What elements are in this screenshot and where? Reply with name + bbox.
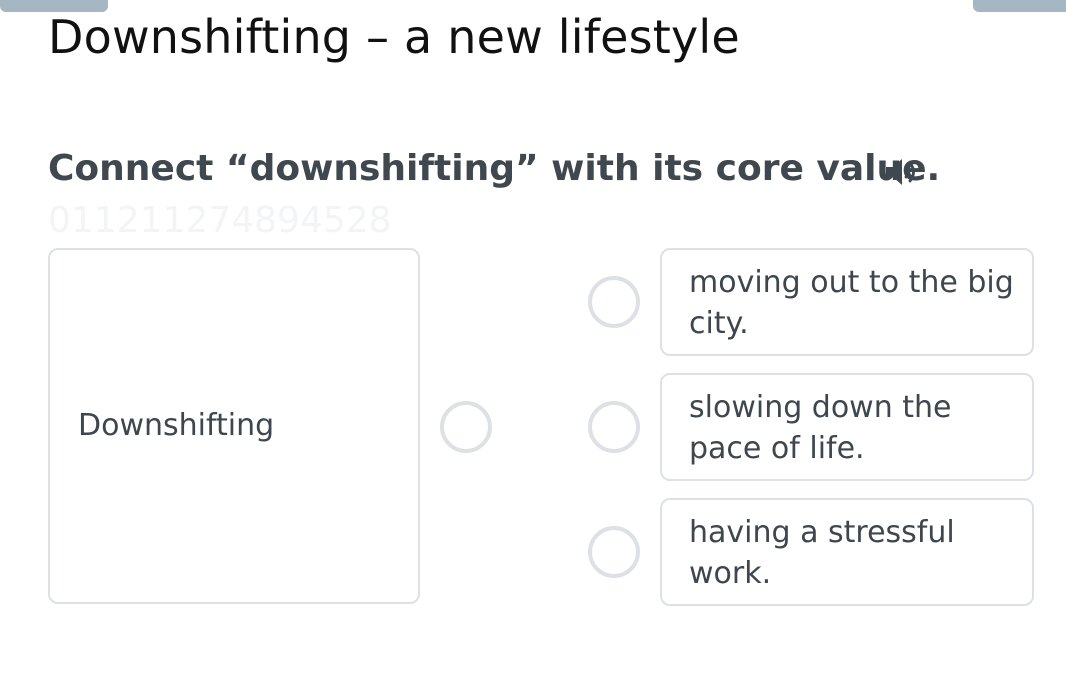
option-card-2[interactable]: slowing down the pace of life.: [660, 373, 1034, 481]
speaker-icon-svg: [886, 159, 915, 185]
top-right-tab[interactable]: [973, 0, 1066, 12]
option-card-3[interactable]: having a stressful work.: [660, 498, 1034, 606]
page-title: Downshifting – a new lifestyle: [48, 10, 740, 64]
option-card-1[interactable]: moving out to the big city.: [660, 248, 1034, 356]
prompt-connector-radio[interactable]: [440, 401, 492, 453]
question-instruction: Connect “downshifting” with its core val…: [48, 148, 941, 189]
option-text-2: slowing down the pace of life.: [689, 390, 952, 466]
option-radio-2[interactable]: [588, 401, 640, 453]
option-radio-3[interactable]: [588, 526, 640, 578]
prompt-card-downshifting: Downshifting: [48, 248, 420, 604]
option-radio-1[interactable]: [588, 276, 640, 328]
option-text-3: having a stressful work.: [689, 515, 955, 591]
option-text-1: moving out to the big city.: [689, 265, 1014, 341]
watermark-id: 011211274894528: [48, 200, 392, 241]
prompt-card-label: Downshifting: [78, 408, 275, 443]
speaker-icon[interactable]: [884, 156, 922, 188]
